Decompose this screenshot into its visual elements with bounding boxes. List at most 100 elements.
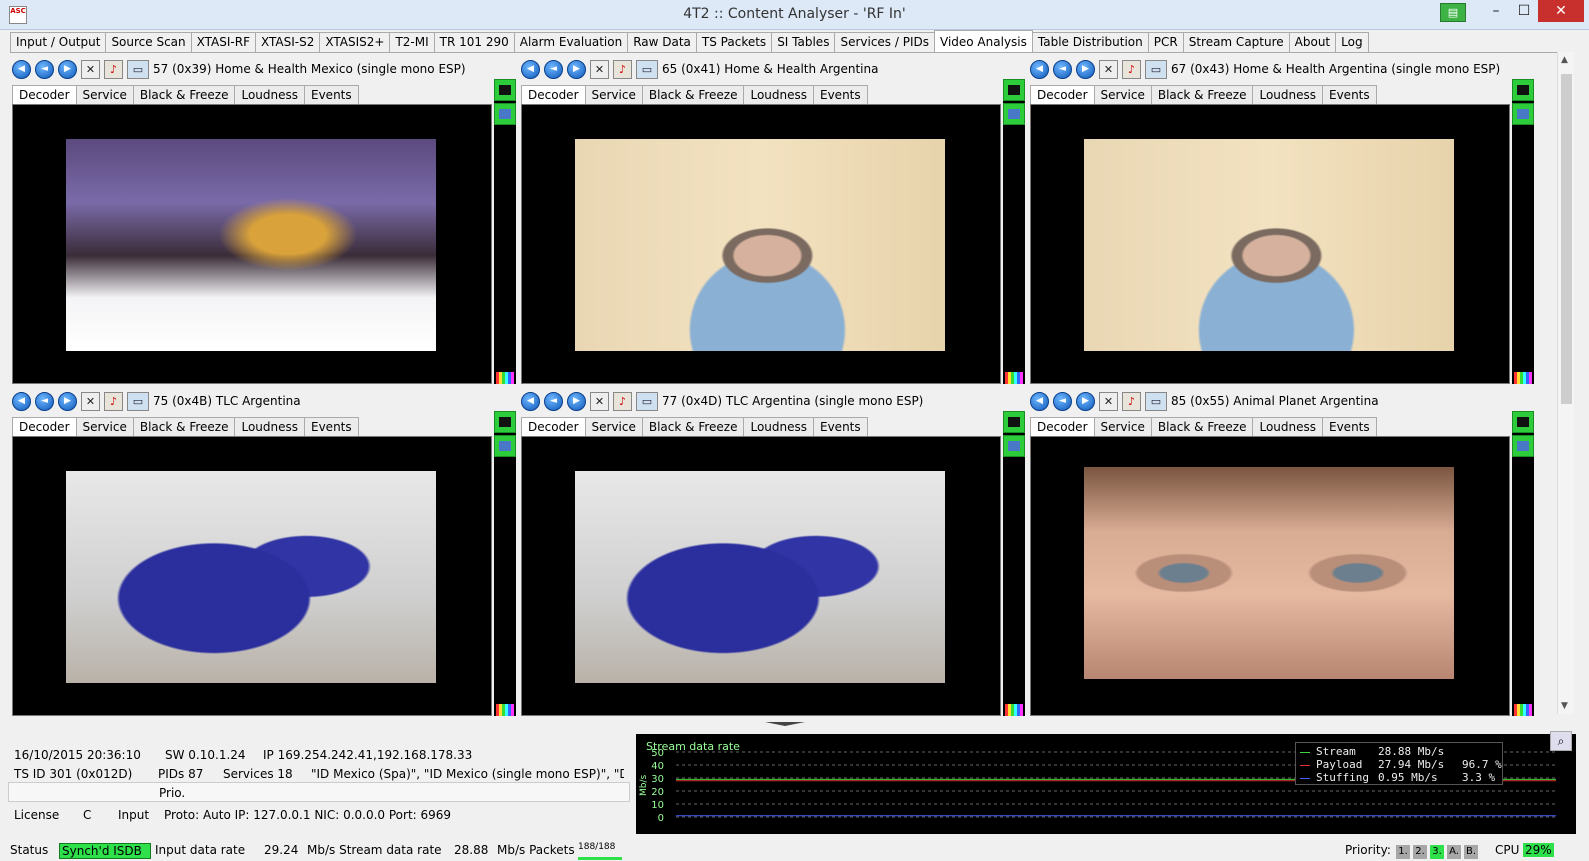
maximize-button[interactable]: ☐ [1510,0,1538,22]
next-icon[interactable]: ▶ [58,391,77,411]
printer-icon[interactable]: ▤ [1440,3,1466,22]
subtab-black-freeze[interactable]: Black & Freeze [1150,85,1254,104]
subtab-decoder[interactable]: Decoder [1030,85,1095,104]
subtab-black-freeze[interactable]: Black & Freeze [132,85,236,104]
monitor-icon[interactable]: ▭ [636,59,658,79]
monitor-icon[interactable]: ▭ [127,391,149,411]
screen-toggle-icon[interactable] [1512,411,1534,433]
splitter-handle[interactable] [0,716,1589,726]
speaker-mute-icon[interactable]: ♪ [613,391,632,411]
subtab-decoder[interactable]: Decoder [1030,417,1095,436]
subtab-black-freeze[interactable]: Black & Freeze [641,417,745,436]
prev-icon[interactable]: ◀ [521,391,540,411]
rewind-icon[interactable]: ◄ [544,59,563,79]
zoom-icon[interactable]: ⌕ [1550,731,1572,751]
monitor-icon[interactable]: ▭ [127,59,149,79]
subtab-events[interactable]: Events [304,85,359,104]
priority-button[interactable]: 3. [1430,845,1444,859]
prev-icon[interactable]: ◀ [521,59,540,79]
subtab-service[interactable]: Service [584,417,643,436]
subtab-service[interactable]: Service [1093,417,1152,436]
subtab-events[interactable]: Events [1322,85,1377,104]
tab-video-analysis[interactable]: Video Analysis [934,30,1033,52]
tab-xtasi-s2[interactable]: XTASI-S2 [254,32,321,52]
tab-t2-mi[interactable]: T2-MI [389,32,435,52]
monitor-icon[interactable]: ▭ [636,391,658,411]
tools-icon[interactable]: ✕ [81,391,100,411]
tools-icon[interactable]: ✕ [1099,59,1118,79]
prev-icon[interactable]: ◀ [12,391,31,411]
subtab-black-freeze[interactable]: Black & Freeze [641,85,745,104]
subtab-events[interactable]: Events [813,417,868,436]
screen-toggle-icon[interactable] [494,411,516,433]
subtab-loudness[interactable]: Loudness [1252,85,1323,104]
snapshot-icon[interactable] [1512,435,1534,457]
priority-button[interactable]: 1. [1396,845,1410,859]
priority-button[interactable]: A. [1447,845,1461,859]
snapshot-icon[interactable] [494,435,516,457]
speaker-mute-icon[interactable]: ♪ [104,391,123,411]
snapshot-icon[interactable] [1512,103,1534,125]
subtab-events[interactable]: Events [813,85,868,104]
speaker-mute-icon[interactable]: ♪ [613,59,632,79]
next-icon[interactable]: ▶ [1076,59,1095,79]
subtab-events[interactable]: Events [1322,417,1377,436]
speaker-mute-icon[interactable]: ♪ [1122,59,1141,79]
next-icon[interactable]: ▶ [58,59,77,79]
prev-icon[interactable]: ◀ [1030,59,1049,79]
next-icon[interactable]: ▶ [1076,391,1095,411]
close-button[interactable]: ✕ [1538,0,1584,22]
tab-si-tables[interactable]: SI Tables [771,32,836,52]
snapshot-icon[interactable] [1003,435,1025,457]
prev-icon[interactable]: ◀ [1030,391,1049,411]
speaker-mute-icon[interactable]: ♪ [104,59,123,79]
tab-alarm-evaluation[interactable]: Alarm Evaluation [513,32,629,52]
screen-toggle-icon[interactable] [1512,79,1534,101]
priority-button[interactable]: B. [1464,845,1478,859]
monitor-icon[interactable]: ▭ [1145,391,1167,411]
tab-tr-101-290[interactable]: TR 101 290 [433,32,515,52]
subtab-black-freeze[interactable]: Black & Freeze [132,417,236,436]
subtab-decoder[interactable]: Decoder [12,85,77,104]
subtab-loudness[interactable]: Loudness [743,85,814,104]
rewind-icon[interactable]: ◄ [1053,59,1072,79]
tools-icon[interactable]: ✕ [81,59,100,79]
rewind-icon[interactable]: ◄ [35,59,54,79]
tab-log[interactable]: Log [1335,32,1369,52]
rewind-icon[interactable]: ◄ [544,391,563,411]
next-icon[interactable]: ▶ [567,391,586,411]
tab-xtasis2-[interactable]: XTASIS2+ [319,32,391,52]
tab-xtasi-rf[interactable]: XTASI-RF [190,32,256,52]
screen-toggle-icon[interactable] [1003,79,1025,101]
tools-icon[interactable]: ✕ [590,391,609,411]
rewind-icon[interactable]: ◄ [1053,391,1072,411]
scroll-thumb[interactable] [1561,74,1572,404]
subtab-service[interactable]: Service [75,417,134,436]
screen-toggle-icon[interactable] [1003,411,1025,433]
monitor-icon[interactable]: ▭ [1145,59,1167,79]
subtab-decoder[interactable]: Decoder [521,417,586,436]
subtab-loudness[interactable]: Loudness [1252,417,1323,436]
tools-icon[interactable]: ✕ [590,59,609,79]
tools-icon[interactable]: ✕ [1099,391,1118,411]
minimize-button[interactable]: – [1482,0,1510,22]
subtab-service[interactable]: Service [75,85,134,104]
subtab-decoder[interactable]: Decoder [12,417,77,436]
snapshot-icon[interactable] [1003,103,1025,125]
vertical-scrollbar[interactable]: ▲ ▼ [1557,52,1574,714]
speaker-mute-icon[interactable]: ♪ [1122,391,1141,411]
tab-source-scan[interactable]: Source Scan [105,32,192,52]
tab-about[interactable]: About [1288,32,1337,52]
subtab-service[interactable]: Service [1093,85,1152,104]
subtab-service[interactable]: Service [584,85,643,104]
scroll-up-icon[interactable]: ▲ [1561,55,1568,65]
subtab-events[interactable]: Events [304,417,359,436]
scroll-down-icon[interactable]: ▼ [1561,701,1568,711]
subtab-loudness[interactable]: Loudness [234,85,305,104]
tab-services-pids[interactable]: Services / PIDs [834,32,935,52]
subtab-black-freeze[interactable]: Black & Freeze [1150,417,1254,436]
subtab-loudness[interactable]: Loudness [234,417,305,436]
tab-input-output[interactable]: Input / Output [10,32,107,52]
tab-stream-capture[interactable]: Stream Capture [1182,32,1290,52]
tab-ts-packets[interactable]: TS Packets [695,32,773,52]
